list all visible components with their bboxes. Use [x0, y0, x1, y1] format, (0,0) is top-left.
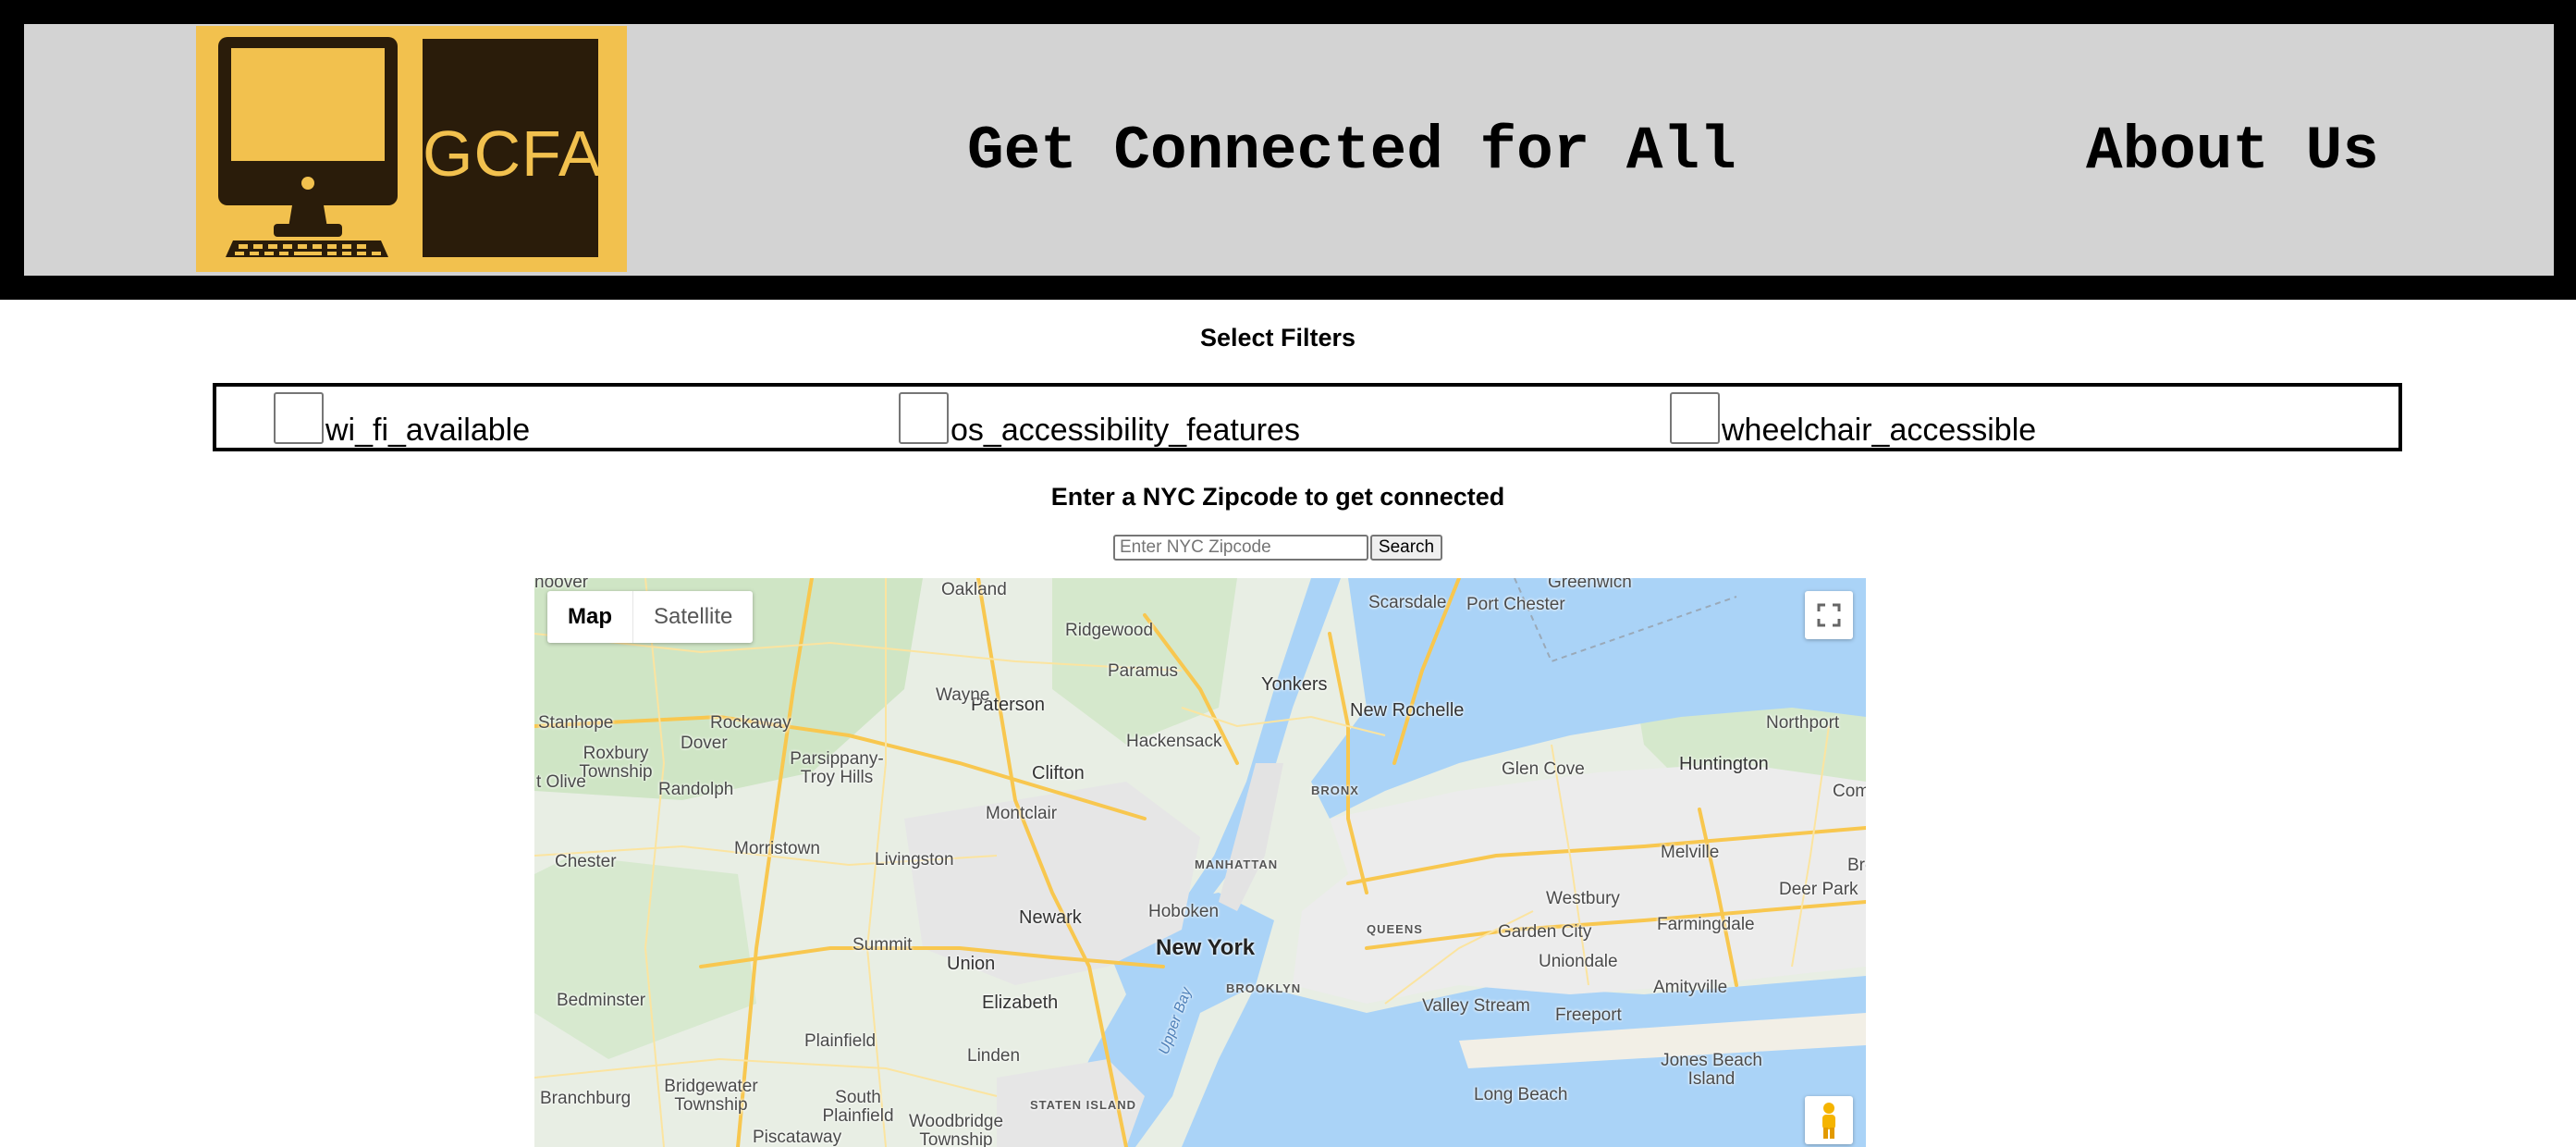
map-label-parsippany: Parsippany-Troy Hills	[790, 749, 884, 787]
map-label-valley-stream: Valley Stream	[1422, 996, 1530, 1016]
fullscreen-button[interactable]	[1805, 591, 1853, 639]
map-label-huntington: Huntington	[1679, 754, 1769, 774]
map-label-bridgewater: Bridgewater Township	[664, 1077, 758, 1115]
map-label-clifton: Clifton	[1032, 763, 1085, 783]
map-label-stanhope: Stanhope	[538, 713, 614, 733]
map-label-bronx: BRONX	[1311, 783, 1359, 797]
map-label-hackensack: Hackensack	[1126, 732, 1222, 751]
map-label-new-york: New York	[1156, 935, 1256, 960]
wi-fi-available-label[interactable]: wi_fi_available	[325, 413, 530, 449]
map-label-mount-olive: t Olive	[536, 772, 586, 792]
map-label-queens: QUEENS	[1367, 922, 1423, 936]
map-label-plainfield: Plainfield	[804, 1031, 877, 1051]
fullscreen-icon	[1817, 603, 1841, 627]
about-us-link[interactable]: About Us	[2086, 117, 2379, 186]
map-label-commack: Commac	[1833, 782, 1866, 801]
map-label-port-chester: Port Chester	[1466, 595, 1565, 614]
filters-panel: wi_fi_available os_accessibility_feature…	[213, 383, 2402, 451]
map-label-brentwood: Bre	[1847, 856, 1866, 875]
map-label-linden: Linden	[967, 1046, 1021, 1066]
map-label-paramus: Paramus	[1108, 661, 1179, 681]
map-label-bedminster: Bedminster	[557, 991, 646, 1010]
site-title[interactable]: Get Connected for All	[967, 117, 1736, 186]
google-map[interactable]: New York Newark Yonkers New Rochelle Pat…	[534, 578, 1866, 1147]
map-label-branchburg: Branchburg	[540, 1089, 632, 1108]
map-label-livingston: Livingston	[875, 850, 954, 870]
gcfa-logo[interactable]: GCFA	[196, 26, 627, 272]
search-button[interactable]: Search	[1370, 535, 1442, 561]
computer-icon	[218, 37, 398, 257]
filters-heading: Select Filters	[1199, 324, 1356, 352]
site-header: GCFA Get Connected for All About Us	[0, 0, 2576, 300]
map-label-south-plainfield: South Plainfield	[822, 1088, 894, 1126]
map-label-long-beach: Long Beach	[1474, 1085, 1568, 1104]
map-label-woodbridge: Woodbridge Township	[908, 1112, 1004, 1147]
map-type-map-button[interactable]: Map	[547, 591, 632, 643]
os-accessibility-features-checkbox[interactable]	[899, 392, 949, 444]
wheelchair-accessible-label[interactable]: wheelchair_accessible	[1722, 413, 2036, 449]
map-label-uniondale: Uniondale	[1539, 952, 1618, 971]
street-view-button[interactable]	[1805, 1096, 1853, 1144]
map-label-greenwich: Greenwich	[1548, 578, 1632, 592]
street-view-pegman-icon	[1822, 1103, 1835, 1139]
map-label-roxbury-township: Roxbury Township	[579, 744, 653, 782]
map-label-glen-cove: Glen Cove	[1502, 759, 1585, 779]
map-label-northport: Northport	[1766, 713, 1840, 733]
map-label-ridgewood: Ridgewood	[1065, 621, 1154, 640]
map-label-deer-park: Deer Park	[1779, 880, 1858, 899]
map-label-randolph: Randolph	[658, 780, 734, 799]
map-label-wayne: Wayne	[936, 685, 990, 705]
map-label-oakland: Oakland	[941, 580, 1007, 599]
map-label-yonkers: Yonkers	[1261, 674, 1328, 695]
map-label-hoboken: Hoboken	[1148, 902, 1220, 921]
map-label-westbury: Westbury	[1546, 889, 1620, 908]
map-label-jones-beach-island: Jones Beach Island	[1661, 1051, 1762, 1089]
map-label-staten-island: STATEN ISLAND	[1030, 1098, 1137, 1112]
map-type-control: Map Satellite	[547, 591, 754, 643]
map-label-elizabeth: Elizabeth	[982, 993, 1059, 1013]
map-label-chester: Chester	[555, 852, 617, 871]
map-label-scarsdale: Scarsdale	[1368, 593, 1447, 612]
map-label-montclair: Montclair	[986, 804, 1058, 823]
map-label-union: Union	[947, 954, 996, 974]
map-label-summit: Summit	[853, 935, 913, 955]
map-label-freeport: Freeport	[1555, 1005, 1622, 1025]
map-label-farmingdale: Farmingdale	[1657, 915, 1755, 934]
map-label-new-rochelle: New Rochelle	[1350, 700, 1465, 721]
zipcode-input[interactable]	[1113, 535, 1368, 561]
map-label-piscataway: Piscataway	[753, 1128, 842, 1147]
zipcode-heading: Enter a NYC Zipcode to get connected	[1050, 483, 1505, 511]
map-label-dover: Dover	[681, 734, 728, 753]
map-label-garden-city: Garden City	[1498, 922, 1592, 942]
map-type-satellite-button[interactable]: Satellite	[632, 591, 753, 643]
map-label-morristown: Morristown	[734, 839, 820, 858]
map-label-manhattan: MANHATTAN	[1195, 857, 1279, 871]
header-bar: GCFA Get Connected for All About Us	[24, 24, 2554, 276]
map-label-brooklyn: BROOKLYN	[1226, 981, 1302, 995]
logo-text: GCFA	[423, 117, 603, 190]
map-label-amityville: Amityville	[1653, 978, 1728, 997]
os-accessibility-features-label[interactable]: os_accessibility_features	[951, 413, 1300, 449]
logo-text-tile: GCFA	[423, 39, 603, 257]
map-label-melville: Melville	[1661, 843, 1720, 862]
wi-fi-available-checkbox[interactable]	[274, 392, 324, 444]
map-label-rockaway: Rockaway	[710, 713, 791, 733]
wheelchair-accessible-checkbox[interactable]	[1670, 392, 1720, 444]
map-label-newark: Newark	[1019, 907, 1082, 928]
